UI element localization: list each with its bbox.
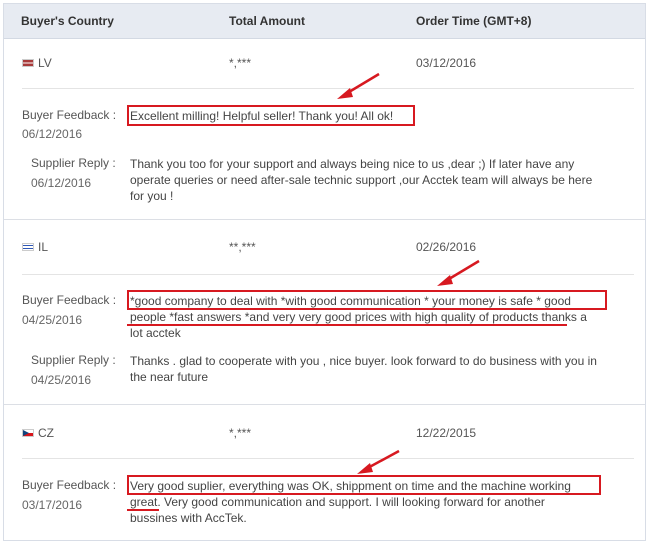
feedback-label: Buyer Feedback :	[22, 108, 117, 122]
divider	[22, 274, 634, 275]
highlight-box	[127, 475, 601, 495]
highlight-underline	[127, 324, 567, 326]
column-header-amount[interactable]: Total Amount	[229, 14, 305, 28]
feedback-date: 04/25/2016	[22, 313, 83, 327]
reply-date: 06/12/2016	[31, 176, 92, 190]
red-arrow-icon	[357, 449, 400, 474]
buyer-country: IL	[22, 240, 48, 254]
column-header-country[interactable]: Buyer's Country	[21, 14, 114, 28]
supplier-reply: Thanks . glad to cooperate with you , ni…	[130, 353, 597, 385]
order-time: 12/22/2015	[416, 426, 477, 440]
feedback-date: 03/17/2016	[22, 498, 83, 512]
row-separator	[4, 219, 645, 220]
buyer-country: LV	[22, 56, 52, 70]
reply-line: Thank you too for your support and alway…	[130, 157, 575, 171]
feedback-line: people *fast answers *and very very good…	[130, 310, 587, 324]
red-arrow-icon	[437, 259, 480, 286]
order-time: 02/26/2016	[416, 240, 477, 254]
row-separator	[4, 404, 645, 405]
reply-label: Supplier Reply :	[31, 156, 116, 170]
buyer-country: CZ	[22, 426, 54, 440]
order-time: 03/12/2016	[416, 56, 477, 70]
country-code: IL	[38, 240, 49, 254]
country-code: CZ	[38, 426, 54, 440]
column-header-time[interactable]: Order Time (GMT+8)	[416, 14, 531, 28]
feedback-line: bussines with AccTek.	[130, 511, 247, 525]
reply-date: 04/25/2016	[31, 373, 92, 387]
country-code: LV	[38, 56, 52, 70]
latvia-flag-icon	[22, 58, 34, 67]
feedback-label: Buyer Feedback :	[22, 478, 117, 492]
total-amount: **,***	[229, 240, 256, 254]
reply-line: Thanks . glad to cooperate with you , ni…	[130, 354, 597, 368]
reply-line: for you !	[130, 189, 174, 203]
divider	[22, 88, 634, 89]
reply-label: Supplier Reply :	[31, 353, 116, 367]
reply-line: operate queries or need after-sale techn…	[130, 173, 593, 187]
israel-flag-icon	[22, 242, 34, 251]
highlight-box	[127, 105, 415, 126]
feedback-date: 06/12/2016	[22, 127, 83, 141]
feedback-line: great. Very good communication and suppo…	[130, 495, 545, 509]
highlight-underline	[127, 509, 159, 511]
supplier-reply: Thank you too for your support and alway…	[130, 156, 592, 204]
red-arrow-icon	[337, 72, 380, 99]
czech-flag-icon	[22, 428, 34, 437]
reply-line: the near future	[130, 370, 209, 384]
feedback-line: lot acctek	[130, 326, 181, 340]
feedback-table: Buyer's Country Total Amount Order Time …	[3, 3, 646, 541]
table-header: Buyer's Country Total Amount Order Time …	[4, 4, 645, 39]
feedback-label: Buyer Feedback :	[22, 293, 117, 307]
divider	[22, 458, 634, 459]
total-amount: *,***	[229, 426, 252, 440]
total-amount: *,***	[229, 56, 252, 70]
highlight-box	[127, 290, 607, 310]
